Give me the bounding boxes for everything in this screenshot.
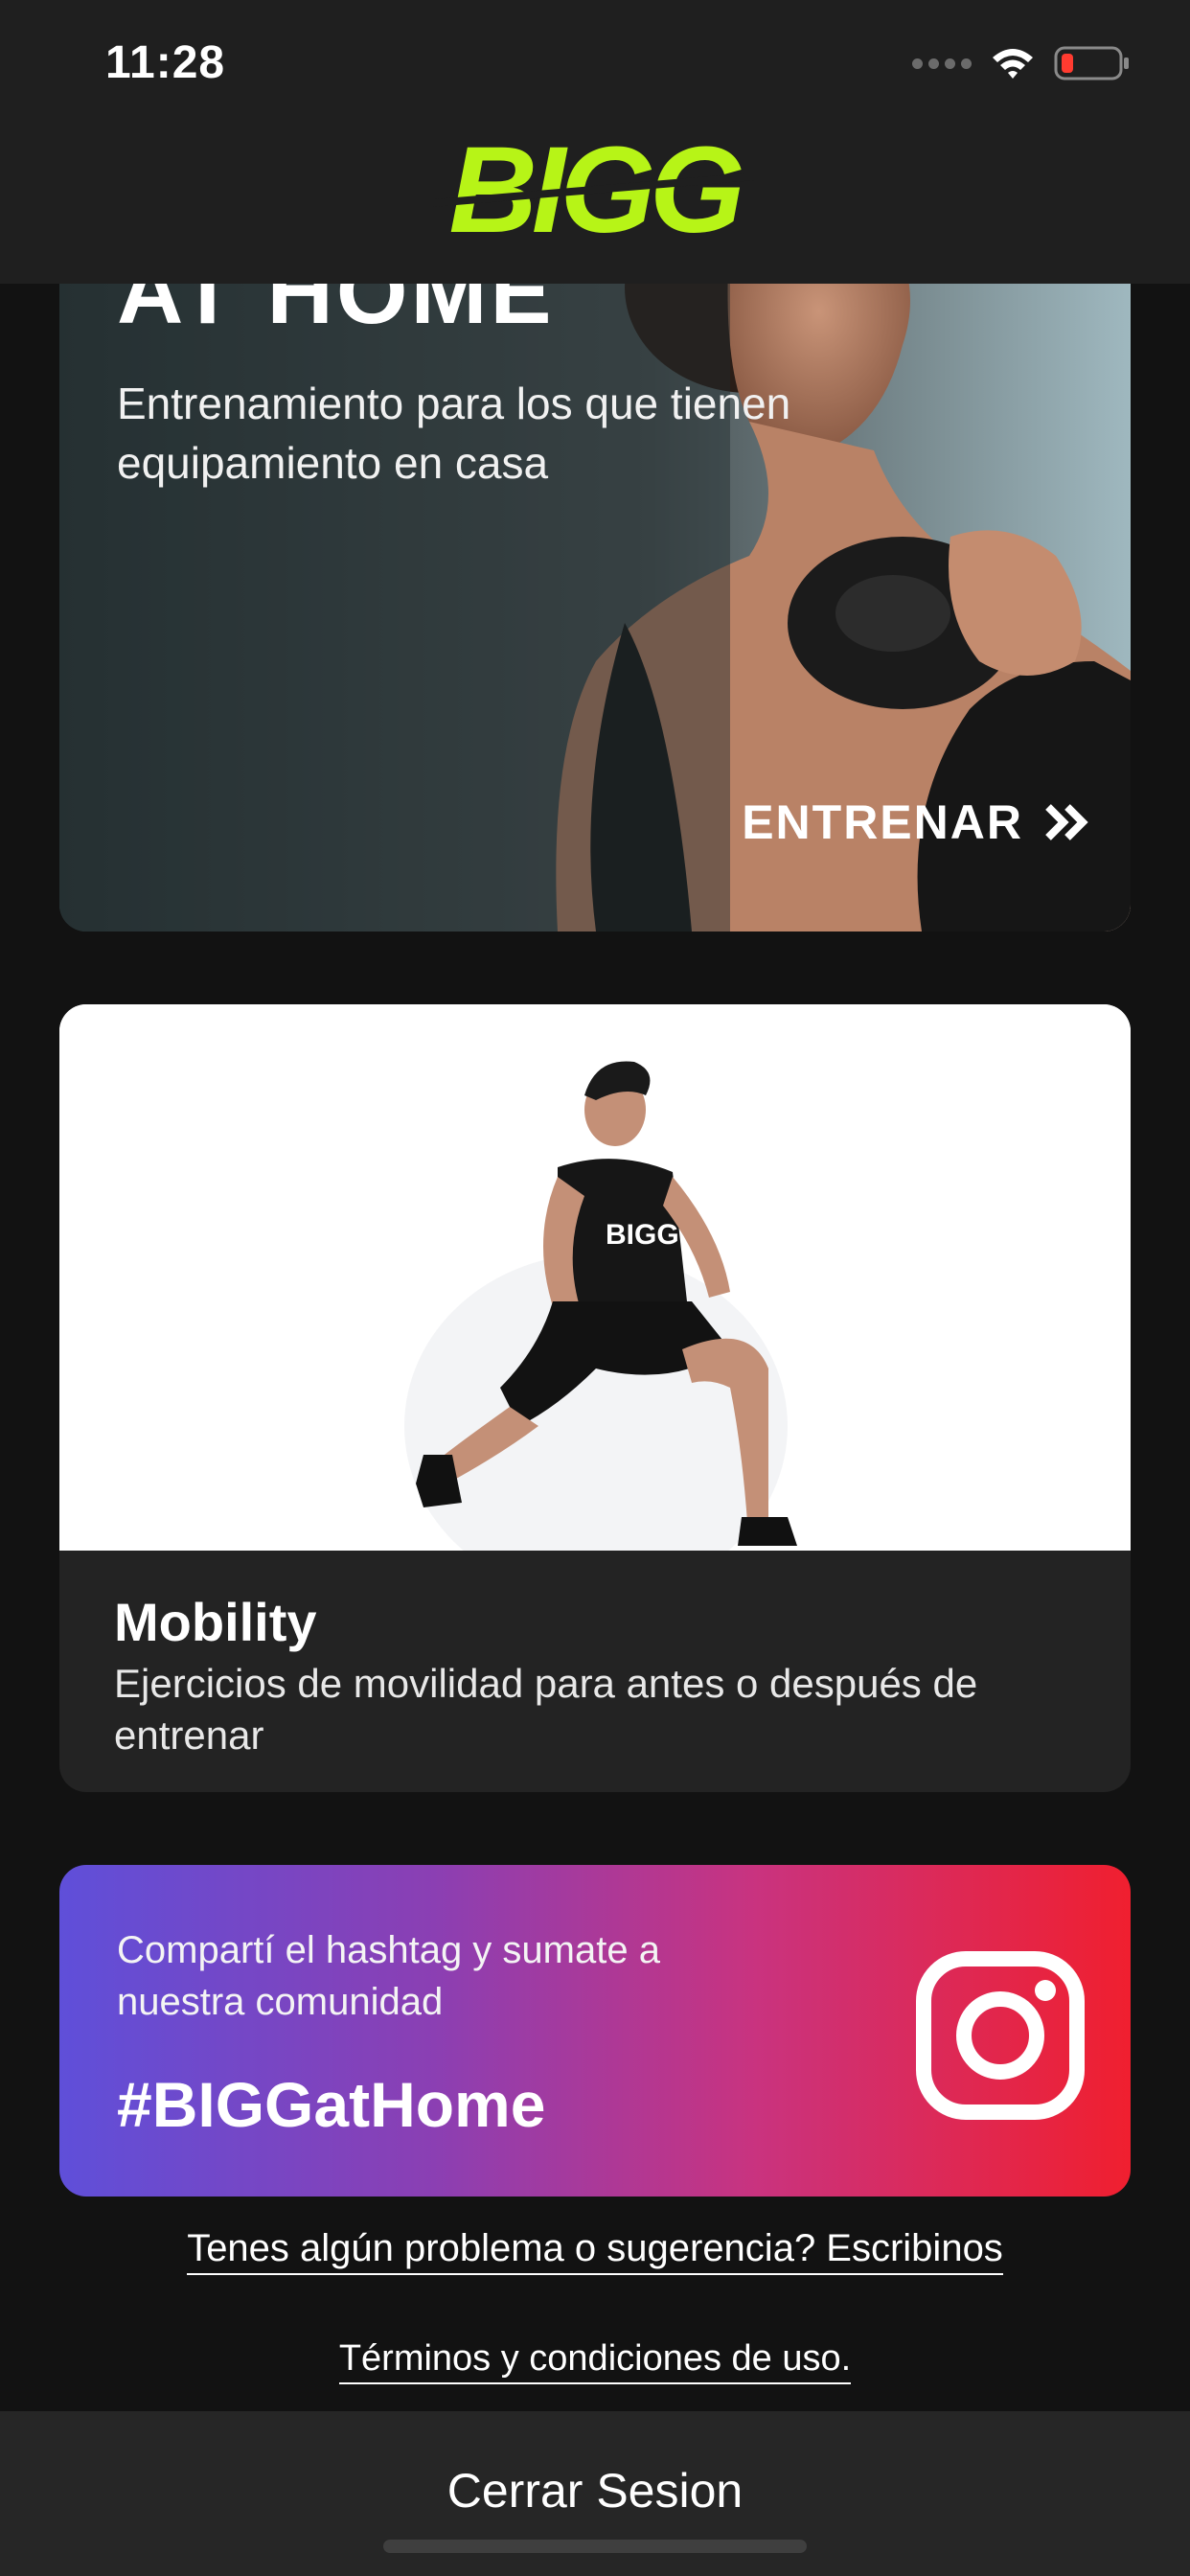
athome-subtitle: Entrenamiento para los que tienen equipa… <box>117 379 791 488</box>
instagram-hashtag: #BIGGatHome <box>117 2069 546 2140</box>
mobility-title: Mobility <box>114 1592 317 1652</box>
battery-icon <box>1054 44 1131 82</box>
status-time: 11:28 <box>105 37 226 88</box>
mobility-card[interactable]: BIGG Mobility Ejercicios de movilidad pa… <box>59 1004 1131 1792</box>
double-chevron-right-icon <box>1045 804 1088 840</box>
top-bar: 11:28 BIGG <box>0 0 1190 284</box>
instagram-icon[interactable] <box>914 1949 1087 2122</box>
train-button[interactable]: ENTRENAR <box>742 786 1090 859</box>
bottom-bar: Cerrar Sesion <box>0 2411 1190 2576</box>
logout-button[interactable]: Cerrar Sesion <box>0 2463 1190 2518</box>
wifi-icon <box>991 46 1035 80</box>
terms-link[interactable]: Términos y condiciones de uso. <box>0 2338 1190 2384</box>
feedback-link[interactable]: Tenes algún problema o sugerencia? Escri… <box>0 2227 1190 2275</box>
feedback-link-label: Tenes algún problema o sugerencia? Escri… <box>187 2227 1003 2275</box>
instagram-card[interactable]: Compartí el hashtag y sumate a nuestra c… <box>59 1865 1131 2196</box>
terms-link-label: Términos y condiciones de uso. <box>338 2338 852 2384</box>
mobility-subtitle: Ejercicios de movilidad para antes o des… <box>114 1661 978 1758</box>
cellular-signal-icon <box>912 58 972 69</box>
scroll-content[interactable]: AT HOME Entrenamiento para los que tiene… <box>0 0 1190 2576</box>
instagram-invite-text: Compartí el hashtag y sumate a nuestra c… <box>117 1929 660 2023</box>
home-indicator[interactable] <box>383 2540 807 2553</box>
status-icons <box>912 42 1131 84</box>
athome-card[interactable]: AT HOME Entrenamiento para los que tiene… <box>59 211 1131 932</box>
train-button-label: ENTRENAR <box>742 795 1023 849</box>
shirt-logo: BIGG <box>606 1219 679 1251</box>
man-lunge-photo: BIGG <box>59 1004 1131 1551</box>
bigg-logo: BIGG <box>433 132 755 249</box>
